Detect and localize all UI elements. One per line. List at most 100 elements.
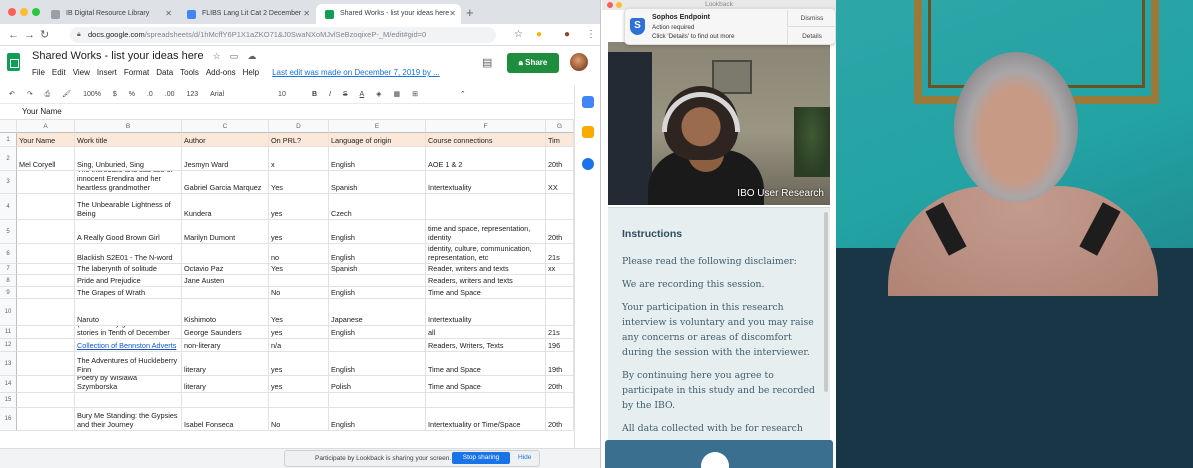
row-header[interactable]: 14 <box>0 376 17 393</box>
table-cell[interactable]: Kundera <box>182 194 269 220</box>
table-cell[interactable]: The Unbearable Lightness of Being <box>75 194 182 220</box>
header-cell[interactable]: On PRL? <box>269 133 329 147</box>
share-button[interactable]: 🔒︎ Share <box>507 53 559 73</box>
row-header[interactable]: 2 <box>0 147 17 171</box>
table-cell[interactable]: Bury Me Standing: the Gypsies and their … <box>75 408 182 431</box>
table-cell[interactable]: yes <box>269 326 329 339</box>
table-cell[interactable]: Gabriel Garcia Marquez <box>182 171 269 194</box>
table-cell[interactable]: Time and Space <box>426 352 546 376</box>
column-header[interactable]: D <box>269 120 329 133</box>
table-cell[interactable]: XX <box>546 171 574 194</box>
forward-icon[interactable]: → <box>24 27 35 43</box>
table-cell[interactable]: Naruto <box>75 299 182 326</box>
browser-tab-shared-works[interactable]: Shared Works - list your ideas here ✕ <box>316 4 461 24</box>
table-cell[interactable]: The Adventures of Huckleberry Finn <box>75 352 182 376</box>
details-button[interactable]: Details <box>787 28 836 45</box>
table-cell[interactable] <box>17 244 75 264</box>
table-cell[interactable]: Czech <box>329 194 426 220</box>
table-cell[interactable] <box>546 194 574 220</box>
table-cell[interactable]: Sing, Unburied, Sing <box>75 147 182 171</box>
table-cell[interactable]: identity, culture, communication, repres… <box>426 244 546 264</box>
table-cell[interactable] <box>426 393 546 408</box>
browser-tab-flibs[interactable]: FLIBS Lang Lit Cat 2 December ✕ <box>178 4 315 24</box>
minimize-window-icon[interactable] <box>616 2 622 8</box>
table-cell[interactable]: 21s <box>546 244 574 264</box>
table-cell[interactable]: Mel Coryell <box>17 147 75 171</box>
table-cell[interactable]: yes <box>269 352 329 376</box>
table-cell[interactable]: Poetry by Wislawa Szymborska <box>75 376 182 393</box>
table-cell[interactable] <box>17 264 75 275</box>
table-cell[interactable]: Jane Austen <box>182 275 269 287</box>
table-cell[interactable]: xx <box>546 264 574 275</box>
menu-data[interactable]: Data <box>156 68 173 77</box>
table-cell[interactable] <box>17 171 75 194</box>
increase-decimal-button[interactable]: .00 <box>165 86 175 104</box>
link-cell[interactable]: Collection of Bennston Adverts <box>75 339 182 352</box>
stop-sharing-button[interactable]: Stop sharing <box>452 452 510 464</box>
row-header[interactable]: 8 <box>0 275 17 287</box>
back-icon[interactable]: ← <box>8 27 19 43</box>
row-header[interactable]: 3 <box>0 171 17 194</box>
tasks-icon[interactable] <box>582 158 594 170</box>
row-header[interactable]: 11 <box>0 326 17 339</box>
table-cell[interactable]: time and space, representation, identity <box>426 220 546 244</box>
instructions-scrollbar[interactable] <box>824 212 828 392</box>
table-cell[interactable]: No <box>269 287 329 299</box>
row-header[interactable]: 13 <box>0 352 17 376</box>
table-cell[interactable]: 196 <box>546 339 574 352</box>
redo-icon[interactable]: ↷ <box>27 86 33 104</box>
continue-button[interactable] <box>605 440 833 468</box>
sheets-logo-icon[interactable] <box>7 53 20 71</box>
zoom-select[interactable]: 100% <box>83 86 101 104</box>
decrease-decimal-button[interactable]: .0 <box>147 86 153 104</box>
table-cell[interactable] <box>329 275 426 287</box>
table-cell[interactable]: Yes <box>269 171 329 194</box>
select-all-corner[interactable] <box>0 120 17 133</box>
star-icon[interactable]: ☆ <box>213 51 221 61</box>
dismiss-button[interactable]: Dismiss <box>787 10 836 27</box>
table-cell[interactable] <box>17 326 75 339</box>
table-cell[interactable]: Intertextuality or Time/Space <box>426 408 546 431</box>
table-cell[interactable]: English <box>329 147 426 171</box>
table-cell[interactable]: Intertextuality <box>426 171 546 194</box>
italic-button[interactable]: I <box>329 86 331 104</box>
table-cell[interactable]: AOE 1 & 2 <box>426 147 546 171</box>
table-cell[interactable]: Kishimoto <box>182 299 269 326</box>
collapse-toolbar-icon[interactable]: ⌃ <box>460 86 466 104</box>
close-tab-icon[interactable]: ✕ <box>449 4 456 24</box>
table-cell[interactable]: Jesmyn Ward <box>182 147 269 171</box>
row-header[interactable]: 5 <box>0 220 17 244</box>
row-header[interactable]: 12 <box>0 339 17 352</box>
percent-format-button[interactable]: % <box>129 86 135 104</box>
table-cell[interactable]: 20th <box>546 376 574 393</box>
table-cell[interactable] <box>75 393 182 408</box>
header-cell[interactable]: Course connections <box>426 133 546 147</box>
table-cell[interactable]: Yes <box>269 299 329 326</box>
table-cell[interactable] <box>17 299 75 326</box>
undo-icon[interactable]: ↶ <box>9 86 15 104</box>
table-cell[interactable] <box>546 299 574 326</box>
maximize-window-icon[interactable] <box>32 8 40 16</box>
table-cell[interactable]: Marilyn Dumont <box>182 220 269 244</box>
row-header[interactable]: 7 <box>0 264 17 275</box>
table-cell[interactable]: yes <box>269 376 329 393</box>
currency-format-button[interactable]: $ <box>113 86 117 104</box>
table-cell[interactable]: literary <box>182 352 269 376</box>
table-cell[interactable]: Time and Space <box>426 287 546 299</box>
table-cell[interactable]: Pride and Prejudice <box>75 275 182 287</box>
table-cell[interactable]: Intertextuality <box>426 299 546 326</box>
column-header[interactable]: C <box>182 120 269 133</box>
sophos-notification[interactable]: S Sophos Endpoint Action required Click … <box>624 8 836 45</box>
bookmark-star-icon[interactable]: ☆ <box>514 27 523 43</box>
table-cell[interactable]: English <box>329 287 426 299</box>
browser-menu-icon[interactable]: ⋮ <box>586 27 596 43</box>
table-cell[interactable] <box>17 352 75 376</box>
table-cell[interactable]: English <box>329 220 426 244</box>
hide-button[interactable]: Hide <box>518 452 531 464</box>
row-header[interactable]: 16 <box>0 408 17 431</box>
reload-icon[interactable]: ↻ <box>40 27 49 43</box>
table-cell[interactable]: non-literary <box>182 339 269 352</box>
table-cell[interactable]: yes <box>269 194 329 220</box>
table-cell[interactable] <box>17 376 75 393</box>
table-cell[interactable]: 20th <box>546 147 574 171</box>
